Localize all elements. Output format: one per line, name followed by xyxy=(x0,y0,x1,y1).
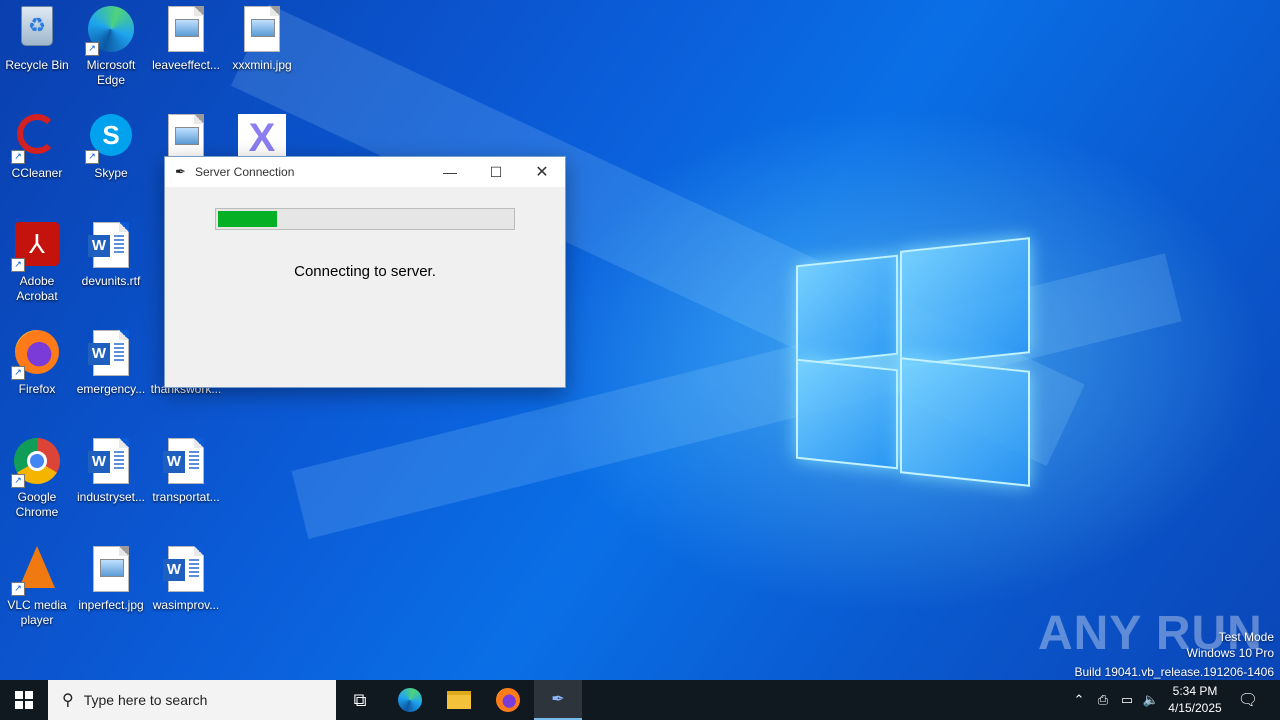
search-box[interactable]: ⚲ Type here to search xyxy=(48,680,336,720)
feather-icon: ✒ xyxy=(175,164,186,179)
status-text: Connecting to server. xyxy=(294,263,436,280)
network-icon[interactable]: ▭ xyxy=(1116,680,1138,720)
clock-time: 5:34 PM xyxy=(1172,684,1218,698)
icon-label: VLC media player xyxy=(7,598,67,627)
word-file-icon[interactable]: W industryset... xyxy=(75,432,147,505)
icon-label: Skype xyxy=(94,166,128,180)
icon-label: Recycle Bin xyxy=(5,58,69,72)
firefox-icon[interactable]: ↗ Firefox xyxy=(1,324,73,397)
notifications-icon[interactable]: 🗨 xyxy=(1234,680,1262,720)
rtf-file-icon[interactable]: W devunits.rtf xyxy=(75,216,147,289)
maximize-button[interactable]: ☐ xyxy=(473,157,519,187)
word-file-icon[interactable]: W emergency... xyxy=(75,324,147,397)
start-button[interactable] xyxy=(0,680,48,720)
word-file-icon[interactable]: W transportat... xyxy=(150,432,222,505)
task-view-icon[interactable]: ⧉ xyxy=(336,680,384,720)
close-button[interactable]: ✕ xyxy=(519,157,565,187)
server-connection-window[interactable]: ✒ Server Connection — ☐ ✕ Connecting to … xyxy=(164,156,566,388)
vlc-icon[interactable]: ↗ VLC media player xyxy=(1,540,73,628)
icon-label: leaveeffect... xyxy=(152,58,220,72)
icon-label: Firefox xyxy=(18,382,56,396)
minimize-button[interactable]: — xyxy=(427,157,473,187)
icon-label: CCleaner xyxy=(11,166,63,180)
progress-bar xyxy=(215,208,515,230)
icon-label: inperfect.jpg xyxy=(78,598,144,612)
title-bar[interactable]: ✒ Server Connection — ☐ ✕ xyxy=(165,157,565,187)
ccleaner-icon[interactable]: ↗ CCleaner xyxy=(1,108,73,181)
feather-app-taskbar-icon[interactable]: ✒ xyxy=(534,680,582,720)
adobe-acrobat-icon[interactable]: ⅄ ↗ Adobe Acrobat xyxy=(1,216,73,304)
chevron-up-icon[interactable]: ⌃ xyxy=(1068,680,1090,720)
window-title: Server Connection xyxy=(195,165,295,179)
microsoft-edge-icon[interactable]: ↗ Microsoft Edge xyxy=(75,0,147,88)
icon-label: Microsoft Edge xyxy=(86,58,136,87)
icon-label: devunits.rtf xyxy=(81,274,141,288)
windows-start-icon xyxy=(15,691,33,709)
icon-label: xxxmini.jpg xyxy=(232,58,292,72)
windows-edition-text: Windows 10 Pro xyxy=(1186,646,1274,660)
icon-label: emergency... xyxy=(76,382,146,396)
icon-label: industryset... xyxy=(76,490,146,504)
image-file-icon[interactable]: leaveeffect... xyxy=(150,0,222,73)
image-file-icon[interactable]: xxxmini.jpg xyxy=(226,0,298,73)
progress-fill xyxy=(218,211,277,227)
clock-date: 4/15/2025 xyxy=(1168,701,1222,715)
icon-label: Adobe Acrobat xyxy=(16,274,58,303)
windows-logo xyxy=(796,237,1030,487)
network-device-icon[interactable]: ⎙ xyxy=(1092,680,1114,720)
test-mode-text: Test Mode xyxy=(1218,630,1274,644)
icon-label: wasimprov... xyxy=(152,598,220,612)
volume-icon[interactable]: 🔈 xyxy=(1140,680,1162,720)
file-explorer-icon[interactable] xyxy=(435,680,483,720)
search-placeholder: Type here to search xyxy=(83,692,208,708)
taskbar: ⚲ Type here to search ⧉ ✒ ⌃ ⎙ ▭ 🔈 5:34 P… xyxy=(0,680,1280,720)
icon-label: transportat... xyxy=(152,490,220,504)
edge-taskbar-icon[interactable] xyxy=(386,680,434,720)
google-chrome-icon[interactable]: ↗ Google Chrome xyxy=(1,432,73,520)
search-icon: ⚲ xyxy=(62,692,74,709)
image-file-icon[interactable]: inperfect.jpg xyxy=(75,540,147,613)
firefox-taskbar-icon[interactable] xyxy=(484,680,532,720)
word-file-icon[interactable]: W wasimprov... xyxy=(150,540,222,613)
icon-label: Google Chrome xyxy=(15,490,59,519)
recycle-bin-icon[interactable]: ♻ Recycle Bin xyxy=(1,0,73,73)
build-text: Build 19041.vb_release.191206-1406 xyxy=(1074,665,1275,679)
desktop: ♻ Recycle Bin ↗ CCleaner ⅄ ↗ Adobe Acroba… xyxy=(0,0,1280,680)
skype-icon[interactable]: S ↗ Skype xyxy=(75,108,147,181)
clock[interactable]: 5:34 PM 4/15/2025 xyxy=(1160,683,1230,717)
